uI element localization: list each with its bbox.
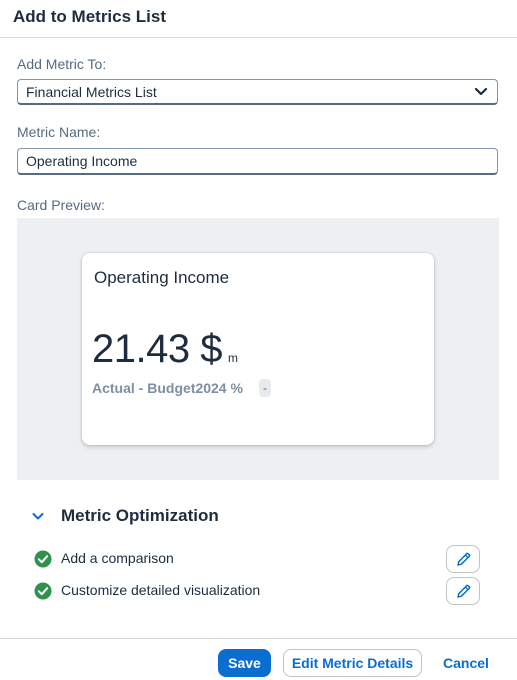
card-preview-label: Card Preview: xyxy=(17,197,105,213)
chevron-down-icon xyxy=(32,513,44,520)
dialog-title: Add to Metrics List xyxy=(13,7,167,26)
metric-card: Operating Income 21.43 $ m Actual - Budg… xyxy=(82,253,434,445)
edit-visualization-button[interactable] xyxy=(446,577,480,605)
edit-icon xyxy=(457,584,471,598)
add-metric-to-select[interactable]: Financial Metrics List xyxy=(17,79,498,105)
dialog-footer: Save Edit Metric Details Cancel xyxy=(0,638,517,680)
card-value: 21.43 $ xyxy=(92,327,222,371)
check-circle-icon xyxy=(34,550,52,568)
metric-optimization-toggle[interactable]: Metric Optimization xyxy=(30,503,330,531)
chevron-down-icon xyxy=(474,87,488,96)
card-subtitle: Actual - Budget2024 % xyxy=(92,380,243,396)
optimization-item-label: Customize detailed visualization xyxy=(61,582,261,598)
optimization-item: Customize detailed visualization xyxy=(34,577,484,607)
optimization-item-label: Add a comparison xyxy=(61,550,174,566)
metric-name-input[interactable] xyxy=(17,148,498,175)
card-delta-badge: - xyxy=(259,379,271,397)
add-metric-to-value: Financial Metrics List xyxy=(26,84,157,100)
optimization-item: Add a comparison xyxy=(34,545,484,575)
dialog-header: Add to Metrics List xyxy=(0,0,517,38)
edit-comparison-button[interactable] xyxy=(446,545,480,573)
card-preview-area: Operating Income 21.43 $ m Actual - Budg… xyxy=(17,218,499,480)
add-metric-to-label: Add Metric To: xyxy=(17,56,107,72)
check-circle-icon xyxy=(34,582,52,600)
card-title: Operating Income xyxy=(94,268,230,287)
metric-name-label: Metric Name: xyxy=(17,124,101,140)
edit-icon xyxy=(457,552,471,566)
cancel-button[interactable]: Cancel xyxy=(432,649,500,677)
edit-metric-details-button[interactable]: Edit Metric Details xyxy=(283,649,422,677)
save-button[interactable]: Save xyxy=(218,649,271,677)
metric-optimization-title: Metric Optimization xyxy=(61,506,219,525)
card-scale: m xyxy=(228,351,238,365)
